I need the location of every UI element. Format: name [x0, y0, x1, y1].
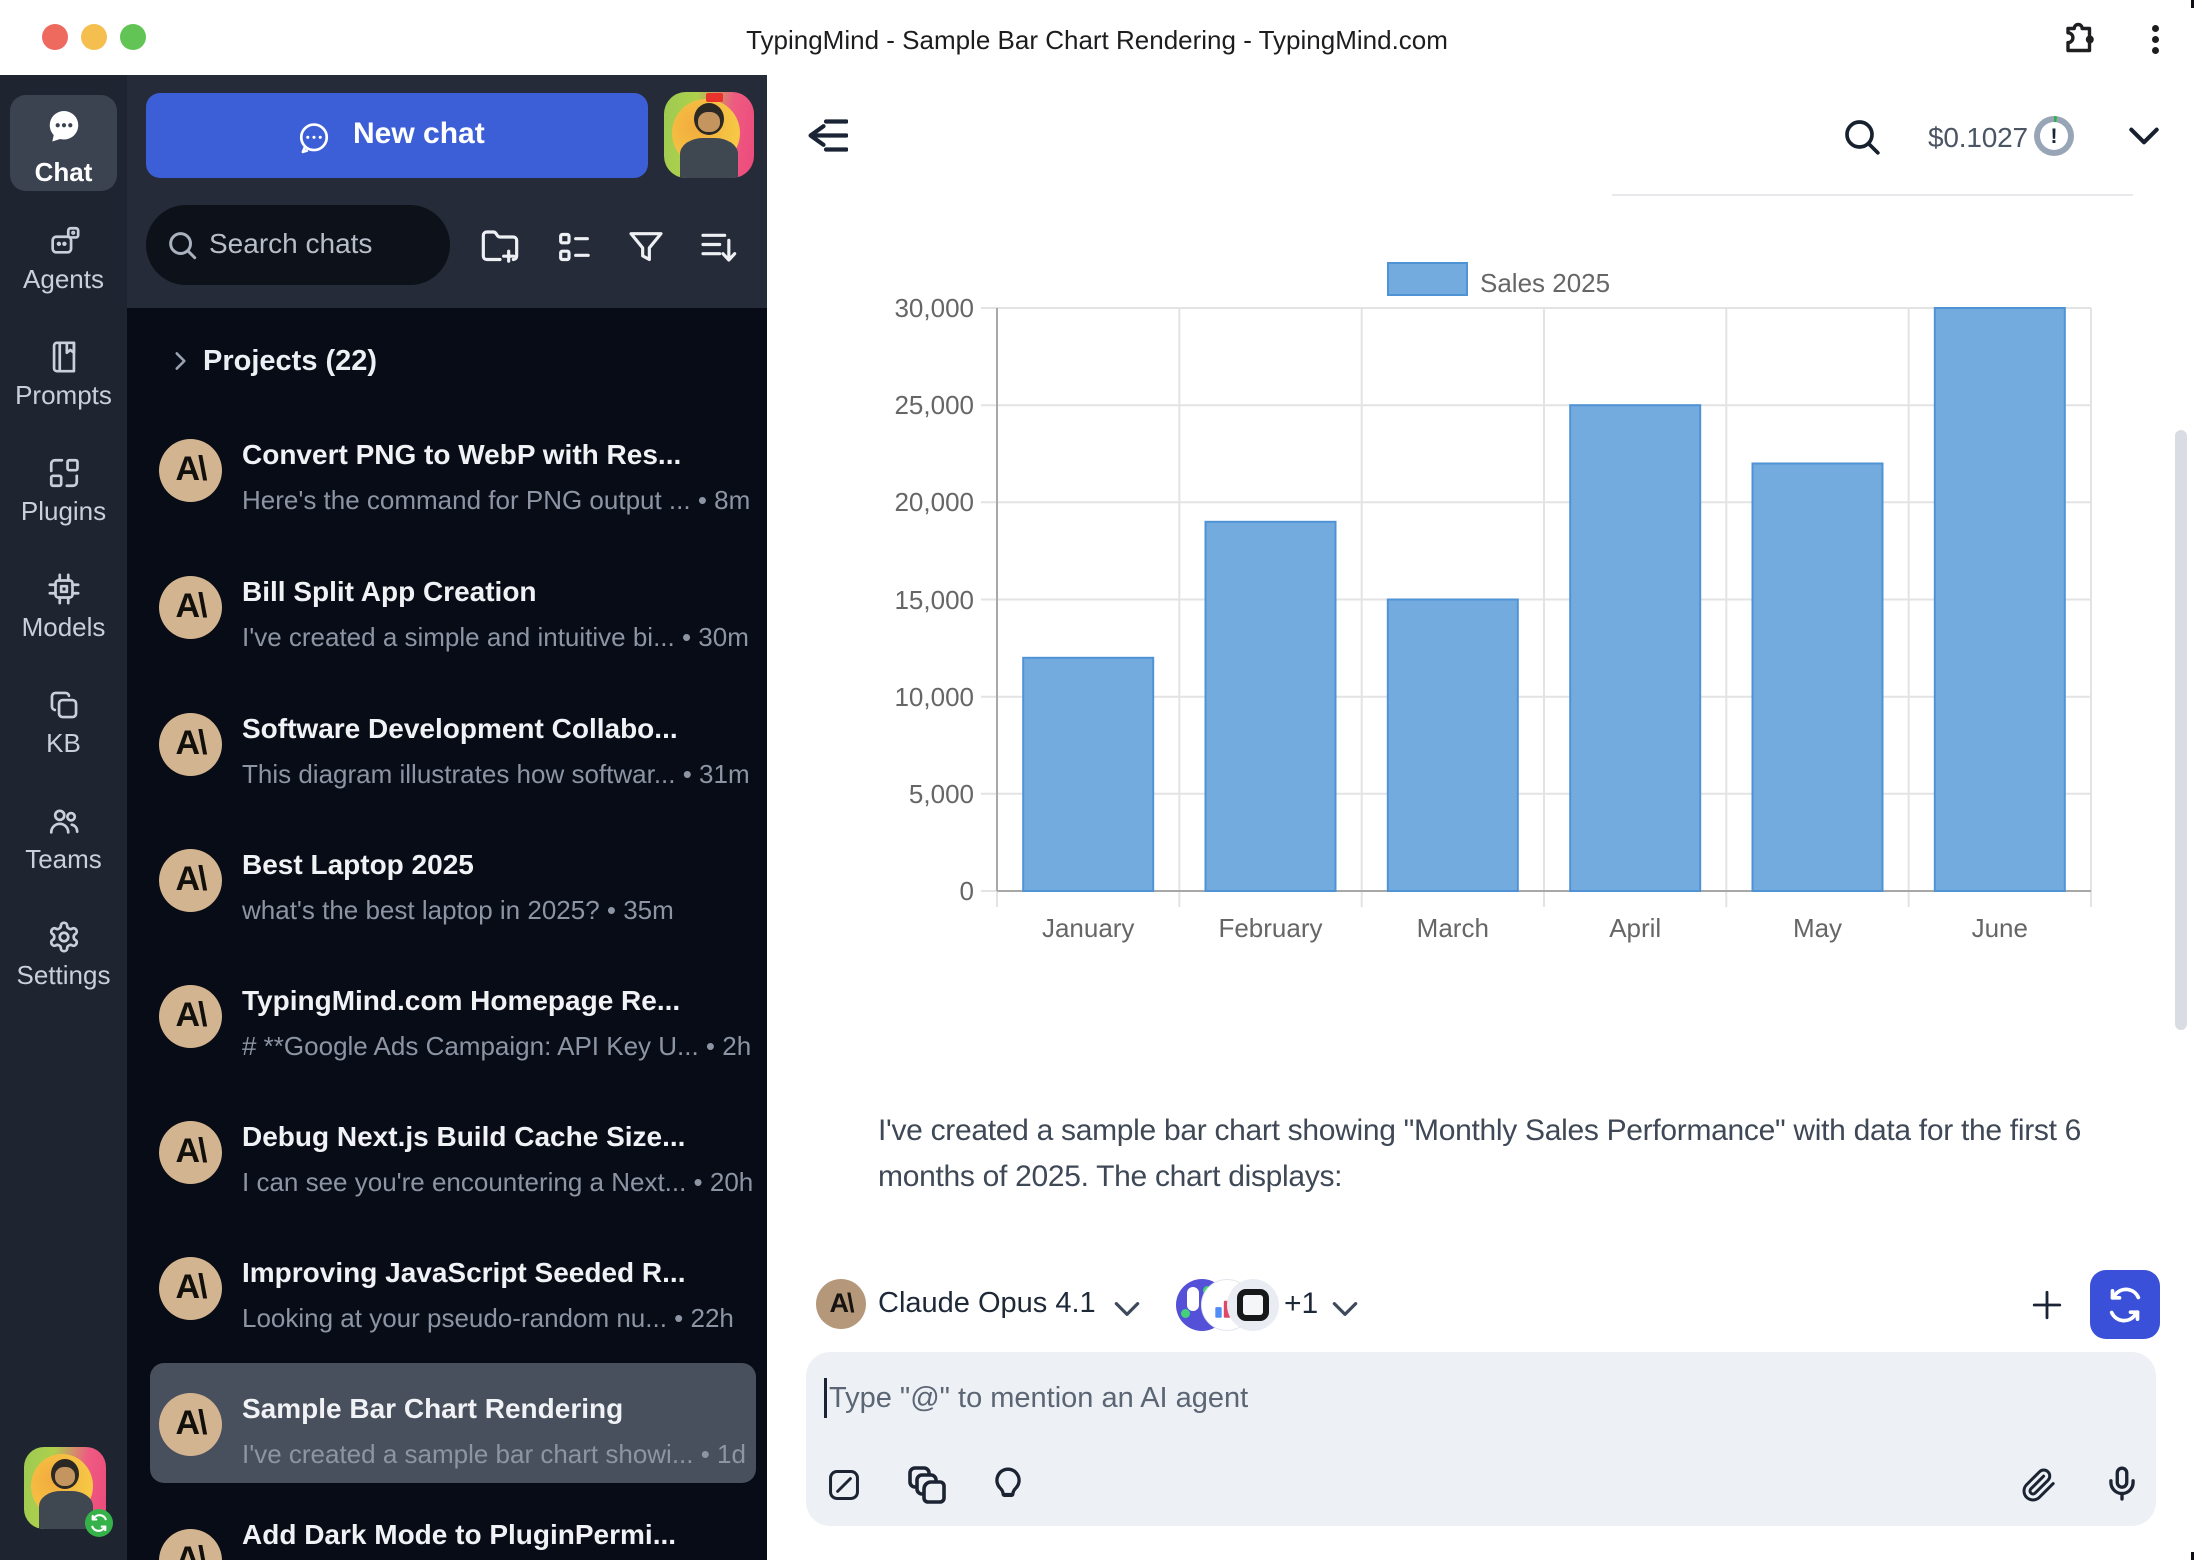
svg-text:February: February [1218, 913, 1322, 943]
svg-text:May: May [1793, 913, 1842, 943]
svg-text:June: June [1972, 913, 2028, 943]
svg-text:5,000: 5,000 [909, 779, 974, 809]
svg-text:20,000: 20,000 [894, 487, 974, 517]
svg-text:0: 0 [960, 876, 974, 906]
svg-text:15,000: 15,000 [894, 585, 974, 615]
svg-text:30,000: 30,000 [894, 293, 974, 323]
svg-text:Sales 2025: Sales 2025 [1480, 268, 1610, 298]
svg-text:March: March [1417, 913, 1489, 943]
svg-text:April: April [1609, 913, 1661, 943]
svg-text:25,000: 25,000 [894, 390, 974, 420]
svg-text:10,000: 10,000 [894, 682, 974, 712]
svg-text:January: January [1042, 913, 1135, 943]
